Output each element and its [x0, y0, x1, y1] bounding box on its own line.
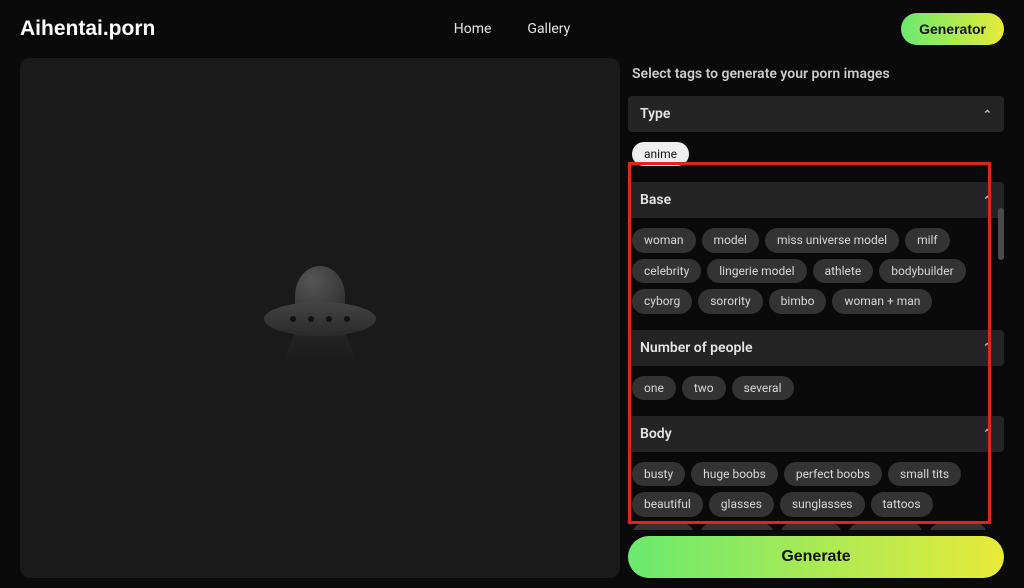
- section-body: Body ⌃ bustyhuge boobsperfect boobssmall…: [628, 416, 1004, 530]
- section-label: Body: [640, 426, 672, 442]
- tag-chip[interactable]: sorority: [698, 289, 762, 313]
- tags-panel: Select tags to generate your porn images…: [628, 58, 1004, 578]
- section-type: Type ⌃ anime: [628, 96, 1004, 178]
- tag-chip[interactable]: anime: [632, 142, 689, 166]
- generate-button[interactable]: Generate: [628, 536, 1004, 578]
- tag-chip[interactable]: big ass: [780, 523, 842, 530]
- tag-chip[interactable]: athlete: [813, 259, 874, 283]
- chevron-up-icon: ⌃: [983, 108, 992, 121]
- tag-chip[interactable]: bimbo: [769, 289, 827, 313]
- tag-chip[interactable]: busty: [632, 462, 685, 486]
- section-people-header[interactable]: Number of people ⌃: [628, 330, 1004, 366]
- tag-chip[interactable]: beautiful: [632, 492, 703, 516]
- chevron-up-icon: ⌃: [983, 341, 992, 354]
- tag-chip[interactable]: muscular: [700, 523, 774, 530]
- nav-gallery[interactable]: Gallery: [527, 21, 570, 37]
- chevron-up-icon: ⌃: [983, 427, 992, 440]
- logo[interactable]: Aihentai.porn: [20, 17, 155, 41]
- header: Aihentai.porn Home Gallery Generator: [0, 0, 1024, 58]
- section-label: Type: [640, 106, 670, 122]
- tags-scroll[interactable]: Type ⌃ anime Base ⌃ womanmodelmiss unive…: [628, 96, 1004, 530]
- section-base-header[interactable]: Base ⌃: [628, 182, 1004, 218]
- tags-panel-title: Select tags to generate your porn images: [628, 58, 1004, 96]
- tag-chip[interactable]: perfect boobs: [784, 462, 882, 486]
- section-label: Base: [640, 192, 671, 208]
- section-type-header[interactable]: Type ⌃: [628, 96, 1004, 132]
- section-label: Number of people: [640, 340, 753, 356]
- section-people: Number of people ⌃ onetwoseveral: [628, 330, 1004, 412]
- nav-home[interactable]: Home: [454, 21, 492, 37]
- tag-chip[interactable]: lingerie model: [707, 259, 806, 283]
- section-people-chips: onetwoseveral: [628, 366, 1004, 412]
- tag-chip[interactable]: bodybuilder: [879, 259, 965, 283]
- tag-chip[interactable]: tattoos: [871, 492, 933, 516]
- placeholder-ufo-icon: [260, 258, 380, 378]
- tag-chip[interactable]: two: [682, 376, 726, 400]
- generator-button[interactable]: Generator: [901, 13, 1004, 45]
- tag-chip[interactable]: cyborg: [632, 289, 692, 313]
- tag-chip[interactable]: sunglasses: [780, 492, 865, 516]
- preview-panel: [20, 58, 620, 578]
- main: Select tags to generate your porn images…: [0, 58, 1024, 588]
- tag-chip[interactable]: small ass: [848, 523, 923, 530]
- section-base: Base ⌃ womanmodelmiss universe modelmilf…: [628, 182, 1004, 325]
- chevron-up-icon: ⌃: [983, 194, 992, 207]
- tag-chip[interactable]: celebrity: [632, 259, 701, 283]
- tag-chip[interactable]: woman + man: [832, 289, 932, 313]
- section-type-chips: anime: [628, 132, 1004, 178]
- scrollbar[interactable]: [998, 208, 1004, 260]
- tag-chip[interactable]: model: [702, 228, 759, 252]
- tag-chip[interactable]: glasses: [709, 492, 774, 516]
- section-body-chips: bustyhuge boobsperfect boobssmall tits be…: [628, 452, 1004, 530]
- nav: Home Gallery: [454, 21, 571, 37]
- tag-chip[interactable]: huge boobs: [691, 462, 778, 486]
- section-body-header[interactable]: Body ⌃: [628, 416, 1004, 452]
- tag-chip[interactable]: skinny: [929, 523, 987, 530]
- tag-chip[interactable]: several: [732, 376, 794, 400]
- tag-chip[interactable]: one: [632, 376, 676, 400]
- tag-chip[interactable]: miss universe model: [765, 228, 899, 252]
- tag-chip[interactable]: milf: [905, 228, 950, 252]
- section-base-chips: womanmodelmiss universe modelmilf celebri…: [628, 218, 1004, 325]
- tag-chip[interactable]: woman: [632, 228, 696, 252]
- tag-chip[interactable]: small tits: [888, 462, 961, 486]
- tag-chip[interactable]: lipstick: [632, 523, 694, 530]
